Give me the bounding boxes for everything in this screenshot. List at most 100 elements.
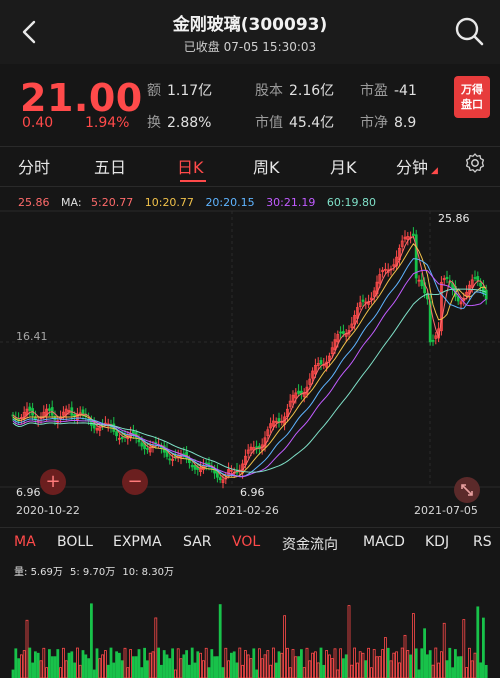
wind-orderbook-button[interactable]: 万得 盘口 xyxy=(454,76,490,118)
volume-bar xyxy=(305,647,309,678)
volume-bar xyxy=(50,656,54,678)
candle xyxy=(473,277,477,279)
ind-fund-flow[interactable]: 资金流向 xyxy=(282,534,338,554)
volume-bar xyxy=(311,652,315,678)
ind-ma[interactable]: MA xyxy=(14,534,36,550)
candle xyxy=(445,276,449,280)
volume-bar xyxy=(62,647,65,678)
volume-bar xyxy=(151,651,155,678)
volume-bar xyxy=(260,658,264,678)
low-point-label: 6.96 xyxy=(240,486,265,499)
volume-bar xyxy=(375,656,379,678)
volume-bar xyxy=(339,648,343,678)
volume-bar xyxy=(123,647,127,678)
period-tabs: 分时 五日 日K 周K 月K 分钟 ◢ xyxy=(0,148,500,184)
tab-minute[interactable]: 分钟 ◢ xyxy=(396,154,438,178)
volume-bar xyxy=(162,650,166,678)
volume-bar xyxy=(42,647,46,678)
volume-bar xyxy=(252,648,256,678)
volume-bar xyxy=(431,664,435,678)
candle xyxy=(28,406,32,411)
volume-bar xyxy=(115,651,118,678)
volume-bar xyxy=(87,658,90,678)
divider xyxy=(0,186,500,187)
volume-bar xyxy=(118,652,121,678)
volume-bar xyxy=(322,664,326,678)
candle xyxy=(481,286,485,294)
volume-bar xyxy=(187,664,191,678)
volume-bar xyxy=(48,649,51,678)
volume-bar xyxy=(465,667,469,678)
volume-bar xyxy=(25,619,29,678)
ind-boll[interactable]: BOLL xyxy=(57,534,93,550)
tab-five-day[interactable]: 五日 xyxy=(94,154,126,178)
high-point-label: 25.86 xyxy=(438,212,470,225)
tab-monthly-k[interactable]: 月K xyxy=(330,154,357,178)
volume-bar xyxy=(179,658,183,678)
search-icon[interactable] xyxy=(452,14,486,48)
volume-bar xyxy=(227,660,231,678)
volume-bar xyxy=(420,648,424,678)
tab-daily-k[interactable]: 日K xyxy=(177,154,204,178)
volume-bar xyxy=(330,658,334,678)
volume-bar xyxy=(157,647,161,678)
y-axis-low-label: 6.96 xyxy=(16,486,41,499)
volume-bar xyxy=(70,651,74,678)
price-change-pct: 1.94% xyxy=(85,115,130,131)
candle xyxy=(420,279,424,287)
volume-bar xyxy=(266,650,270,678)
volume-bar xyxy=(428,650,432,678)
volume-bar xyxy=(207,667,211,678)
candle xyxy=(115,431,118,437)
volume-bar xyxy=(17,658,21,678)
volume-bar xyxy=(417,669,421,678)
vol-ma10: 10: 8.30万 xyxy=(122,567,174,578)
volume-bar xyxy=(299,649,303,678)
volume-bar xyxy=(109,647,113,678)
kline-svg xyxy=(0,210,500,489)
volume-bar xyxy=(319,647,323,678)
volume-bar xyxy=(134,656,138,678)
ind-vol[interactable]: VOL xyxy=(232,534,260,550)
volume-bar xyxy=(316,662,320,678)
close-status: 已收盘 07-05 15:30:03 xyxy=(183,40,317,54)
candle xyxy=(120,436,124,440)
volume-chart[interactable] xyxy=(0,578,500,678)
volume-bar xyxy=(459,656,463,678)
volume-bar xyxy=(462,619,466,678)
volume-bar xyxy=(484,664,488,678)
vol-label: 量: xyxy=(14,567,28,578)
zoom-out-button[interactable]: − xyxy=(122,469,148,495)
volume-bar xyxy=(369,667,373,678)
volume-bar xyxy=(11,669,15,678)
volume-bar xyxy=(193,662,197,678)
volume-bar xyxy=(73,662,76,678)
candle xyxy=(190,464,194,468)
volume-bar xyxy=(386,647,390,678)
volume-bar xyxy=(445,660,449,678)
ind-sar[interactable]: SAR xyxy=(183,534,211,550)
volume-bar xyxy=(229,652,233,678)
volume-bar xyxy=(182,654,186,678)
tab-intraday[interactable]: 分时 xyxy=(18,154,50,178)
ind-rsi[interactable]: RS xyxy=(473,534,492,550)
gear-icon[interactable] xyxy=(464,152,486,174)
volume-bar xyxy=(403,634,407,678)
volume-bar xyxy=(249,658,253,678)
volume-bar xyxy=(389,660,393,678)
volume-bar xyxy=(34,651,37,678)
ind-expma[interactable]: EXPMA xyxy=(113,534,162,550)
ind-macd[interactable]: MACD xyxy=(363,534,405,550)
candle xyxy=(431,339,435,342)
x-axis-mid-label: 2021-02-26 xyxy=(215,504,279,517)
ind-kdj[interactable]: KDJ xyxy=(425,534,449,550)
dropdown-triangle-icon: ◢ xyxy=(431,166,438,176)
volume-bar xyxy=(271,647,275,678)
tab-weekly-k[interactable]: 周K xyxy=(253,154,280,178)
fullscreen-button[interactable] xyxy=(454,477,480,503)
zoom-in-button[interactable]: + xyxy=(40,469,66,495)
volume-bar xyxy=(269,664,273,678)
kline-chart[interactable]: 16.41 6.96 2020-10-22 2021-02-26 2021-07… xyxy=(0,205,500,520)
volume-bar xyxy=(92,669,96,678)
ma-line xyxy=(12,288,487,473)
